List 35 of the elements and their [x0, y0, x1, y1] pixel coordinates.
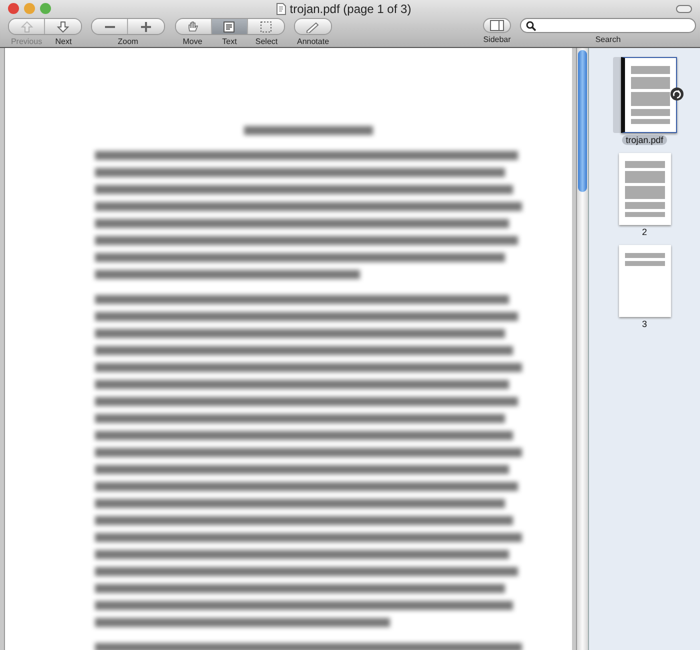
toolbar-label: Sidebar	[483, 35, 511, 45]
page-thumbnail[interactable]: 3	[608, 245, 682, 329]
close-icon[interactable]	[8, 3, 19, 14]
plus-icon	[139, 20, 153, 32]
page-thumbnail[interactable]: 2	[608, 153, 682, 237]
toolbar-toggle-icon[interactable]	[676, 4, 692, 12]
toolbar-label: Text	[221, 37, 238, 47]
text-box-icon	[222, 20, 236, 32]
search-icon	[526, 20, 536, 30]
toolbar-label: Move	[182, 37, 204, 47]
zoom-out-button[interactable]	[92, 19, 128, 34]
up-arrow-icon	[20, 20, 34, 32]
toolbar-label: Search	[595, 35, 621, 45]
toolbar-label: Annotate	[296, 37, 330, 47]
hand-icon	[186, 20, 200, 32]
pencil-icon	[306, 20, 320, 32]
page-preview-drawing	[618, 245, 670, 317]
zoom-in-button[interactable]	[128, 19, 164, 34]
scrollbar[interactable]	[576, 48, 588, 650]
page-preview-drawing	[618, 153, 670, 225]
text-tool-button[interactable]	[212, 19, 248, 34]
toolbar-label: Select	[254, 37, 279, 47]
window-title: trojan.pdf (page 1 of 3)	[290, 2, 412, 16]
search-field[interactable]	[520, 18, 696, 33]
document-icon	[276, 2, 286, 14]
down-arrow-icon	[56, 20, 70, 32]
rotate-icon[interactable]	[670, 87, 684, 101]
dotted-square-icon	[258, 20, 272, 32]
toolbar-label: Next	[54, 37, 73, 47]
sidebar-button[interactable]	[483, 18, 511, 33]
next-button[interactable]	[45, 19, 81, 34]
zoom-label: Zoom	[118, 37, 138, 47]
move-tool-button[interactable]	[176, 19, 212, 34]
toolbar-label: Previous	[10, 37, 44, 47]
select-tool-button[interactable]	[248, 19, 284, 34]
